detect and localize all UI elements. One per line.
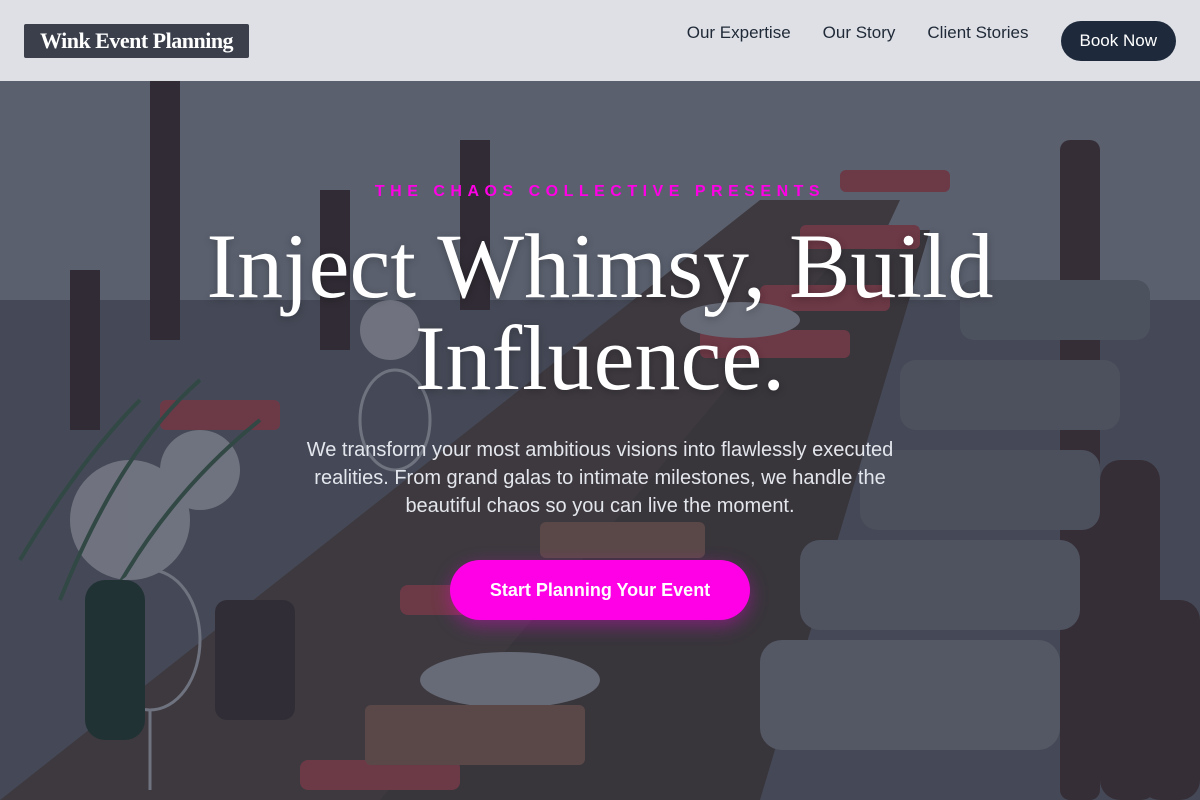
hero-section: THE CHAOS COLLECTIVE PRESENTS Inject Whi…: [0, 0, 1200, 800]
hero-headline: Inject Whimsy, Build Influence.: [206, 215, 994, 409]
hero-eyebrow: THE CHAOS COLLECTIVE PRESENTS: [374, 183, 826, 200]
hero-subtext: We transform your most ambitious visions…: [306, 439, 894, 517]
start-planning-button[interactable]: Start Planning Your Event: [450, 560, 750, 620]
